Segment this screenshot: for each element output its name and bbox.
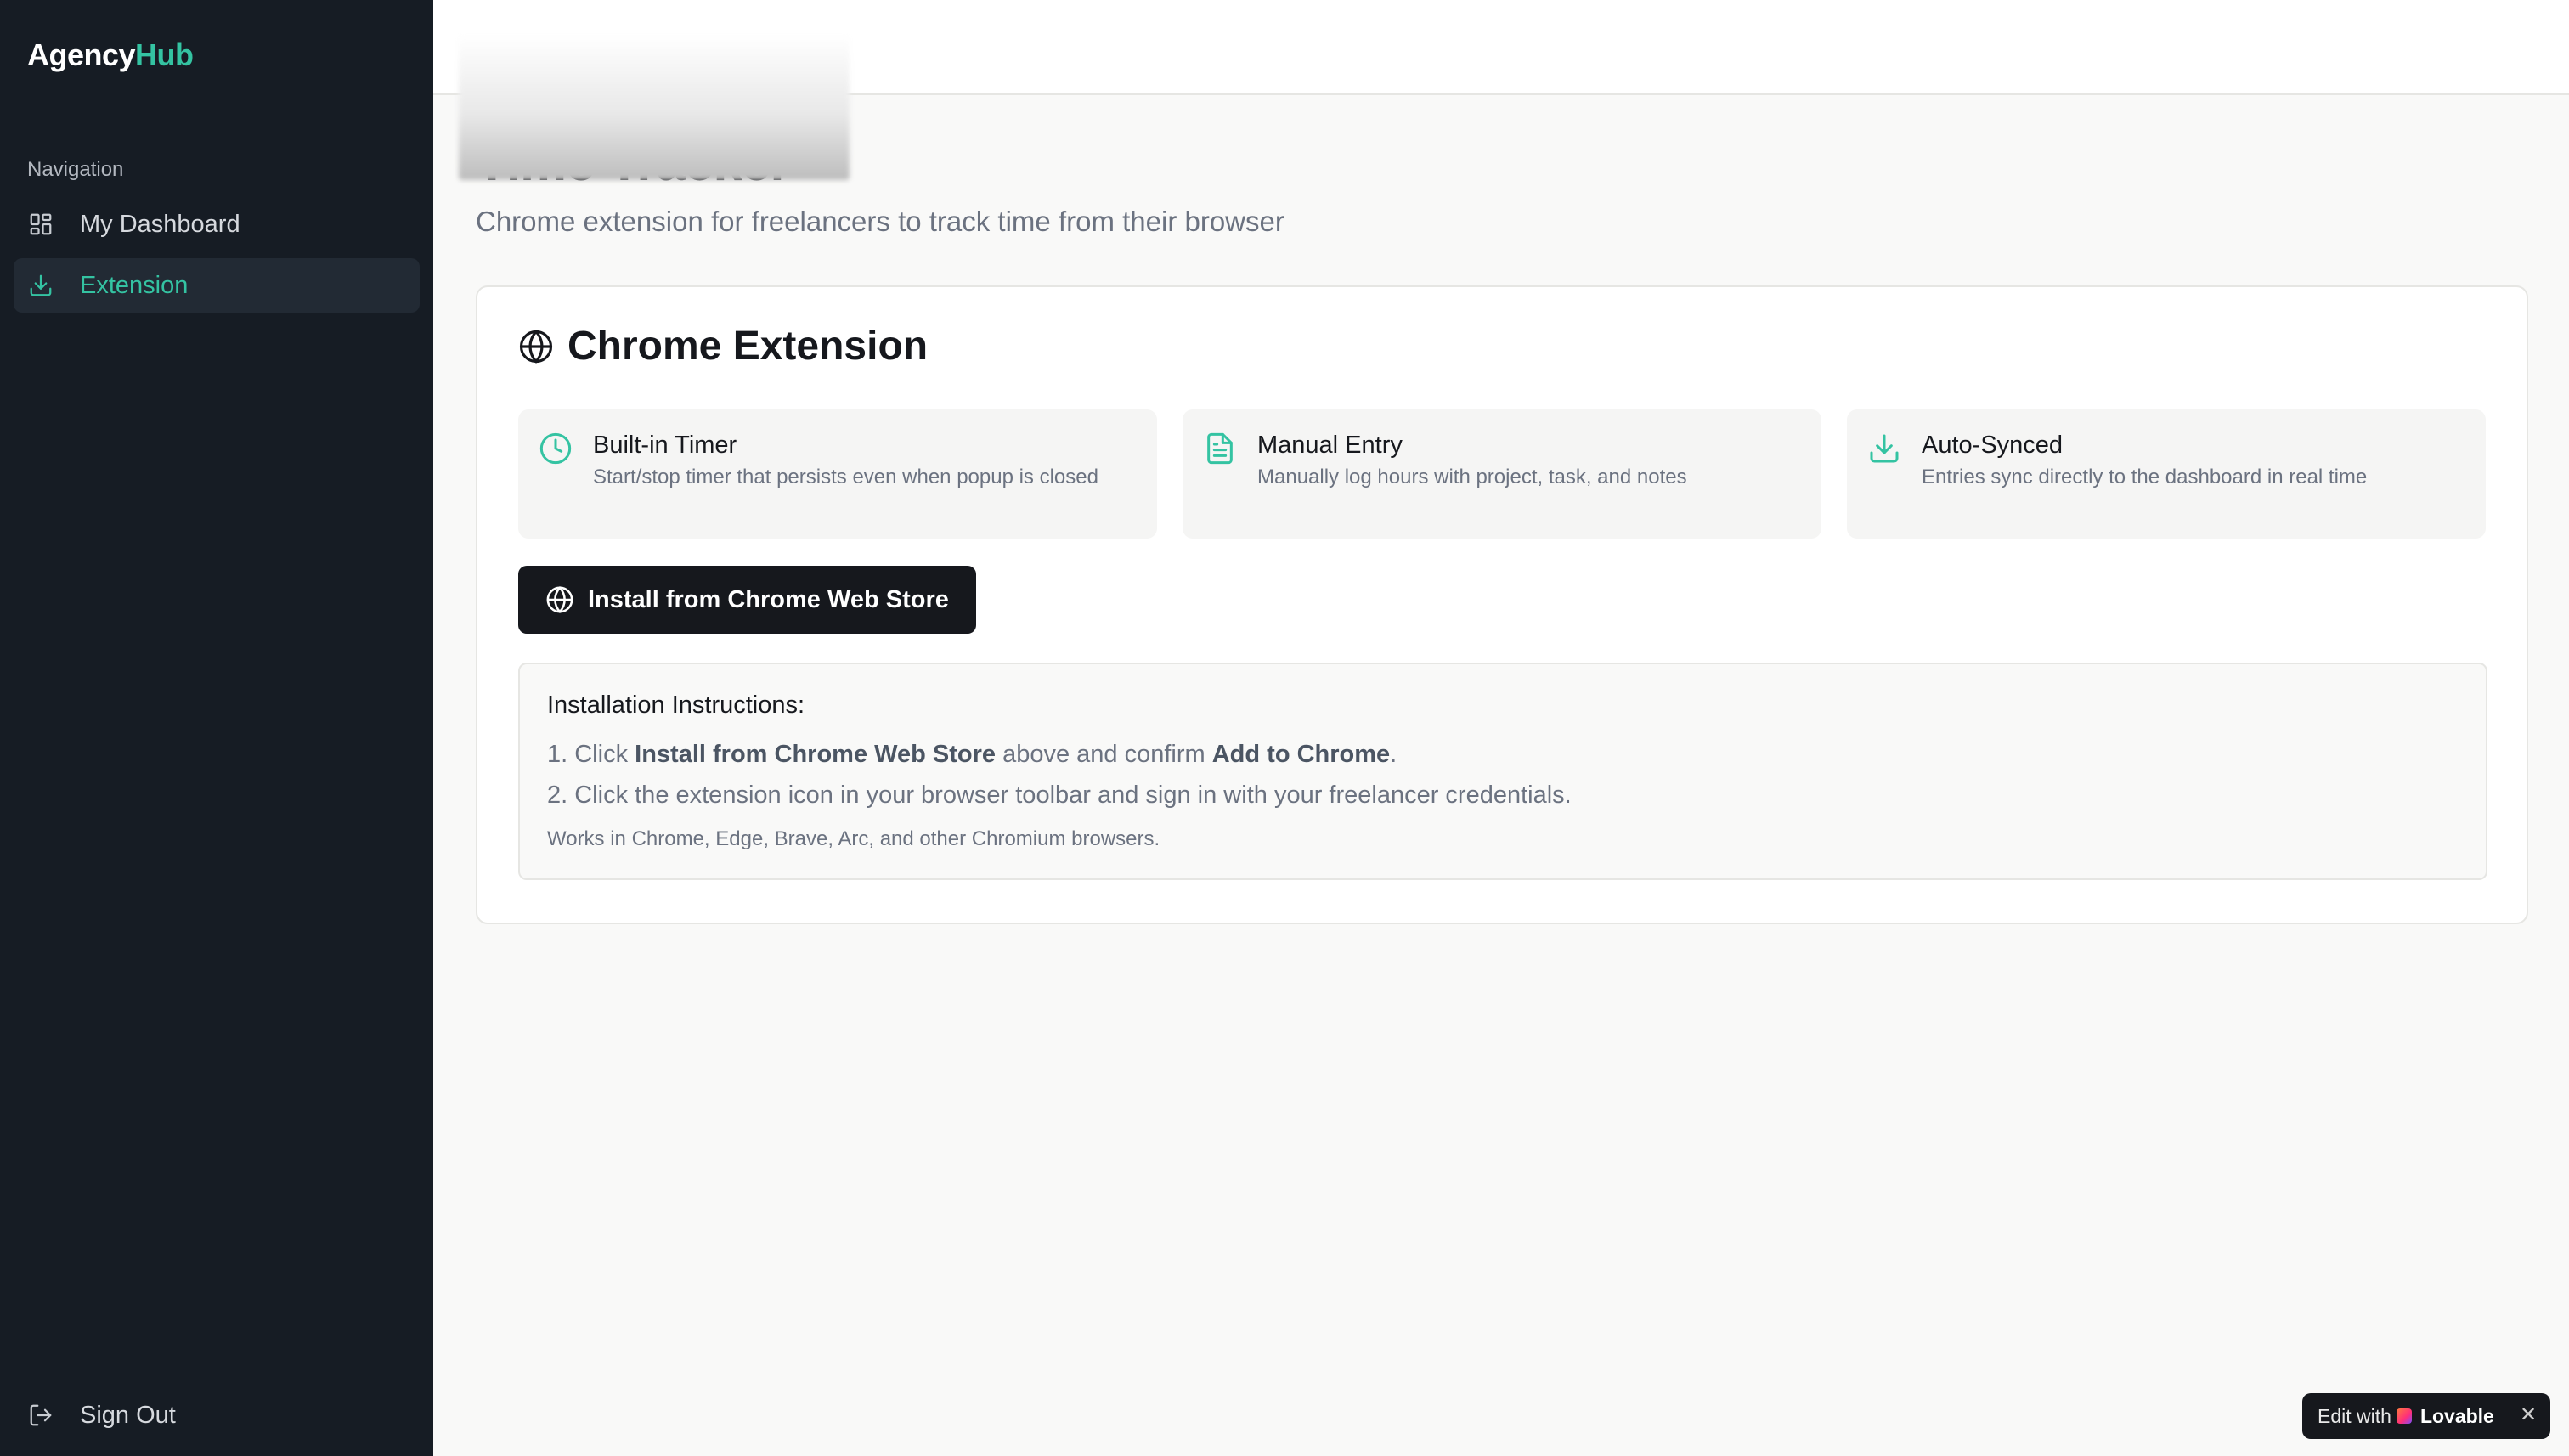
- sidebar-item-label: My Dashboard: [80, 210, 240, 238]
- instruction-step-2: 2. Click the extension icon in your brow…: [547, 782, 1572, 809]
- feature-description: Manually log hours with project, task, a…: [1257, 466, 1687, 488]
- globe-icon: [518, 329, 554, 364]
- nav-section-label: Navigation: [27, 158, 124, 181]
- instruction-step-1: 1. Click Install from Chrome Web Store a…: [547, 741, 1397, 769]
- download-icon: [1867, 432, 1901, 466]
- feature-auto-synced: Auto-Synced Entries sync directly to the…: [1847, 409, 2486, 539]
- logo-part2: Hub: [135, 37, 194, 72]
- sidebar-item-extension[interactable]: Extension: [14, 258, 420, 313]
- feature-manual-entry: Manual Entry Manually log hours with pro…: [1183, 409, 1821, 539]
- installation-instructions: Installation Instructions: 1. Click Inst…: [518, 663, 2487, 880]
- card-title: Chrome Extension: [518, 323, 928, 370]
- sidebar: AgencyHub Navigation My Dashboard Extens…: [0, 0, 433, 1456]
- step-emphasis: Add to Chrome: [1211, 741, 1391, 768]
- browser-compat-note: Works in Chrome, Edge, Brave, Arc, and o…: [547, 827, 1160, 850]
- clock-icon: [539, 432, 573, 466]
- sidebar-item-dashboard[interactable]: My Dashboard: [14, 197, 420, 251]
- sign-out-button[interactable]: Sign Out: [14, 1388, 420, 1442]
- badge-prefix: Edit with: [2318, 1404, 2391, 1427]
- feature-title: Auto-Synced: [1922, 432, 2064, 459]
- feature-description: Entries sync directly to the dashboard i…: [1922, 466, 2368, 488]
- sign-out-label: Sign Out: [80, 1401, 176, 1429]
- instructions-title: Installation Instructions:: [547, 691, 805, 719]
- close-icon[interactable]: ✕: [2518, 1405, 2538, 1425]
- feature-description: Start/stop timer that persists even when…: [593, 466, 1098, 488]
- grid-icon: [27, 211, 54, 238]
- edit-with-lovable-badge[interactable]: Edit with Lovable ✕: [2302, 1393, 2550, 1439]
- blurred-region: [459, 34, 850, 180]
- step-text: 1. Click: [547, 741, 629, 768]
- globe-icon: [545, 585, 574, 614]
- step-text: above and confirm: [1002, 741, 1205, 768]
- install-button-label: Install from Chrome Web Store: [588, 585, 949, 613]
- document-icon: [1203, 432, 1237, 466]
- feature-title: Built-in Timer: [593, 432, 737, 459]
- install-chrome-web-store-button[interactable]: Install from Chrome Web Store: [518, 566, 976, 634]
- sidebar-item-label: Extension: [80, 271, 189, 299]
- logout-icon: [27, 1402, 54, 1429]
- badge-brand: Lovable: [2419, 1404, 2494, 1427]
- page-subtitle: Chrome extension for freelancers to trac…: [476, 206, 1284, 237]
- step-emphasis: Install from Chrome Web Store: [635, 741, 997, 768]
- app-logo[interactable]: AgencyHub: [27, 37, 194, 73]
- extension-card: Chrome Extension Built-in Timer Start/st…: [476, 285, 2528, 924]
- feature-title: Manual Entry: [1257, 432, 1403, 459]
- feature-built-in-timer: Built-in Timer Start/stop timer that per…: [518, 409, 1157, 539]
- step-text: .: [1390, 741, 1397, 768]
- download-icon: [27, 272, 54, 299]
- logo-part1: Agency: [27, 37, 136, 72]
- lovable-logo-icon: [2396, 1408, 2412, 1424]
- card-title-text: Chrome Extension: [567, 324, 929, 369]
